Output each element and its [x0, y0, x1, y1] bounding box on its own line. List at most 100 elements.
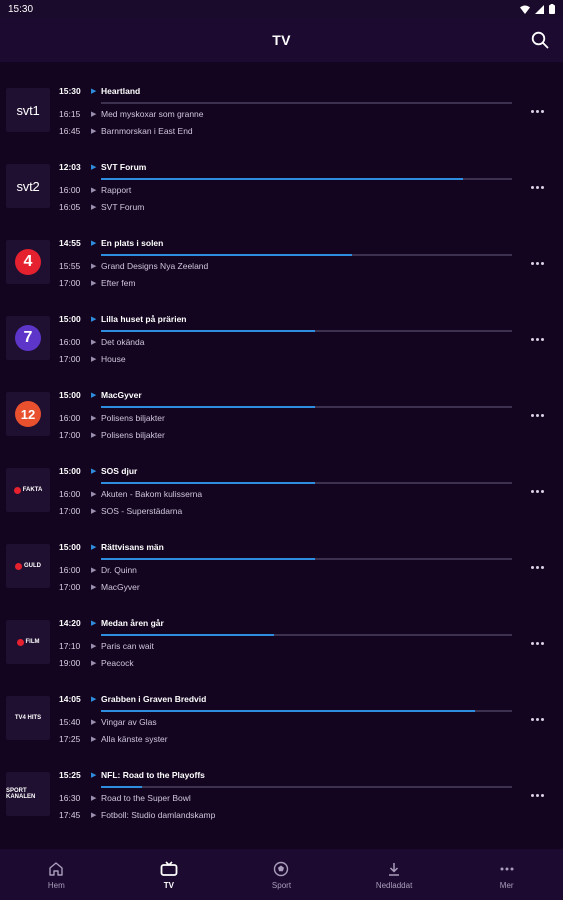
more-options-button[interactable] [529, 484, 545, 498]
channel-row[interactable]: 4 14:55 ▶ En plats i solen 15:55 ▶ Grand Desig… [0, 228, 563, 304]
progress-bar [101, 254, 512, 256]
nav-label: TV [163, 880, 174, 890]
upcoming-program[interactable]: 16:05 ▶ SVT Forum [59, 200, 519, 214]
program-time: 15:40 [59, 717, 81, 727]
dot-icon [530, 565, 534, 569]
upcoming-program[interactable]: 17:00 ▶ House [59, 352, 519, 366]
channel-logo-tv4-hits[interactable]: TV4 HITS [6, 696, 50, 740]
channel-row[interactable]: SPORT KANALEN 15:25 ▶ NFL: Road to the Play… [0, 760, 563, 836]
upcoming-program[interactable]: 16:00 ▶ Polisens biljakter [59, 411, 519, 425]
upcoming-program[interactable]: 16:00 ▶ Dr. Quinn [59, 563, 519, 577]
current-program[interactable]: 15:00 ▶ Rättvisans män [59, 540, 519, 554]
channel-logo-tv4[interactable]: 4 [6, 240, 50, 284]
upcoming-program[interactable]: 17:00 ▶ Efter fem [59, 276, 519, 290]
play-marker-icon: ▶ [91, 187, 97, 194]
upcoming-program[interactable]: 16:15 ▶ Med myskoxar som granne [59, 107, 519, 121]
play-marker-icon: ▶ [91, 204, 97, 211]
nav-item-hem[interactable]: Hem [16, 849, 96, 900]
upcoming-program[interactable]: 16:30 ▶ Road to the Super Bowl [59, 791, 519, 805]
more-options-button[interactable] [529, 788, 545, 802]
channel-logo-text: TV4 HITS [14, 715, 42, 721]
program-title: Med myskoxar som granne [101, 109, 204, 119]
channel-logo-svt1[interactable]: svt1 [6, 88, 50, 132]
upcoming-program[interactable]: 17:00 ▶ Polisens biljakter [59, 428, 519, 442]
upcoming-program[interactable]: 16:00 ▶ Akuten - Bakom kulisserna [59, 487, 519, 501]
status-time: 15:30 [8, 3, 34, 15]
channel-row[interactable]: FILM 14:20 ▶ Medan åren går 17:10 ▶ Paris can … [0, 608, 563, 684]
upcoming-program[interactable]: 17:25 ▶ Alla känste syster [59, 732, 519, 746]
more-options-button[interactable] [529, 180, 545, 194]
nav-item-sport[interactable]: Sport [241, 849, 321, 900]
more-options-button[interactable] [529, 636, 545, 650]
tv-icon [160, 860, 178, 878]
channel-list: svt1 15:30 ▶ Heartland 16:15 ▶ Med myskoxar so… [0, 76, 563, 836]
more-options-button[interactable] [529, 256, 545, 270]
channel-row[interactable]: svt2 12:03 ▶ SVT Forum 16:00 ▶ Rapport 16:05 ▶ SV… [0, 152, 563, 228]
nav-item-tv[interactable]: TV [129, 849, 209, 900]
current-program[interactable]: 15:00 ▶ SOS djur [59, 464, 519, 478]
current-program[interactable]: 14:05 ▶ Grabben i Graven Bredvid [59, 692, 519, 706]
upcoming-program[interactable]: 16:45 ▶ Barnmorskan i East End [59, 124, 519, 138]
program-time: 19:00 [59, 658, 81, 668]
progress-fill [101, 786, 143, 788]
channel-logo-text: 4 [23, 253, 33, 270]
channel-row[interactable]: svt1 15:30 ▶ Heartland 16:15 ▶ Med myskoxar so… [0, 76, 563, 152]
nav-item-mer[interactable]: Mer [467, 849, 547, 900]
upcoming-program[interactable]: 16:00 ▶ Det okända [59, 335, 519, 349]
channel-row[interactable]: 12 15:00 ▶ MacGyver 16:00 ▶ Polisens biljakter… [0, 380, 563, 456]
more-options-button[interactable] [529, 104, 545, 118]
channel-row[interactable]: GULD 15:00 ▶ Rättvisans män 16:00 ▶ Dr. Quinn 1… [0, 532, 563, 608]
program-title: Heartland [101, 86, 141, 96]
more-options-button[interactable] [529, 408, 545, 422]
current-program[interactable]: 14:55 ▶ En plats i solen [59, 236, 519, 250]
dot-icon [530, 185, 534, 189]
upcoming-program[interactable]: 17:10 ▶ Paris can wait [59, 639, 519, 653]
channel-logo-sportkanalen[interactable]: SPORT KANALEN [6, 772, 50, 816]
play-marker-icon: ▶ [91, 280, 97, 287]
channel-row[interactable]: 7 15:00 ▶ Lilla huset på prärien 16:00 ▶ Det o… [0, 304, 563, 380]
channel-logo-tv4-fakta[interactable]: FAKTA [6, 468, 50, 512]
dot-icon [535, 717, 539, 721]
program-time: 16:00 [59, 413, 81, 423]
search-button[interactable] [529, 29, 551, 51]
upcoming-program[interactable]: 17:00 ▶ SOS - Superstädarna [59, 504, 519, 518]
channel-row[interactable]: TV4 HITS 14:05 ▶ Grabben i Graven Bredvid 15… [0, 684, 563, 760]
channel-logo-tv4-guld[interactable]: GULD [6, 544, 50, 588]
current-program[interactable]: 15:00 ▶ MacGyver [59, 388, 519, 402]
nav-label: Mer [499, 880, 514, 890]
signal-icon [535, 4, 544, 14]
program-time: 17:00 [59, 278, 81, 288]
progress-bar [101, 406, 512, 408]
dot-icon [530, 337, 534, 341]
upcoming-program[interactable]: 19:00 ▶ Peacock [59, 656, 519, 670]
upcoming-program[interactable]: 15:55 ▶ Grand Designs Nya Zeeland [59, 259, 519, 273]
play-marker-icon: ▶ [91, 660, 97, 667]
progress-bar [101, 558, 512, 560]
current-program[interactable]: 15:30 ▶ Heartland [59, 84, 519, 98]
progress-bar [101, 482, 512, 484]
channel-logo-tv12[interactable]: 12 [6, 392, 50, 436]
program-title: Alla känste syster [101, 734, 168, 744]
channel-logo-tv7[interactable]: 7 [6, 316, 50, 360]
channel-logo-svt2[interactable]: svt2 [6, 164, 50, 208]
channel-logo-text: FILM [25, 639, 40, 645]
current-program[interactable]: 15:00 ▶ Lilla huset på prärien [59, 312, 519, 326]
status-bar: 15:30 [0, 0, 563, 18]
nav-item-nedladdat[interactable]: Nedladdat [354, 849, 434, 900]
upcoming-program[interactable]: 17:45 ▶ Fotboll: Studio damlandskamp [59, 808, 519, 822]
current-program[interactable]: 15:25 ▶ NFL: Road to the Playoffs [59, 768, 519, 782]
upcoming-program[interactable]: 16:00 ▶ Rapport [59, 183, 519, 197]
program-title: Fotboll: Studio damlandskamp [101, 810, 216, 820]
upcoming-program[interactable]: 17:00 ▶ MacGyver [59, 580, 519, 594]
current-program[interactable]: 12:03 ▶ SVT Forum [59, 160, 519, 174]
progress-bar [101, 102, 512, 104]
progress-fill [101, 178, 463, 180]
channel-logo-tv4-film[interactable]: FILM [6, 620, 50, 664]
progress-fill [101, 254, 352, 256]
more-options-button[interactable] [529, 560, 545, 574]
more-options-button[interactable] [529, 712, 545, 726]
channel-row[interactable]: FAKTA 15:00 ▶ SOS djur 16:00 ▶ Akuten - Bakom … [0, 456, 563, 532]
upcoming-program[interactable]: 15:40 ▶ Vingar av Glas [59, 715, 519, 729]
more-options-button[interactable] [529, 332, 545, 346]
current-program[interactable]: 14:20 ▶ Medan åren går [59, 616, 519, 630]
